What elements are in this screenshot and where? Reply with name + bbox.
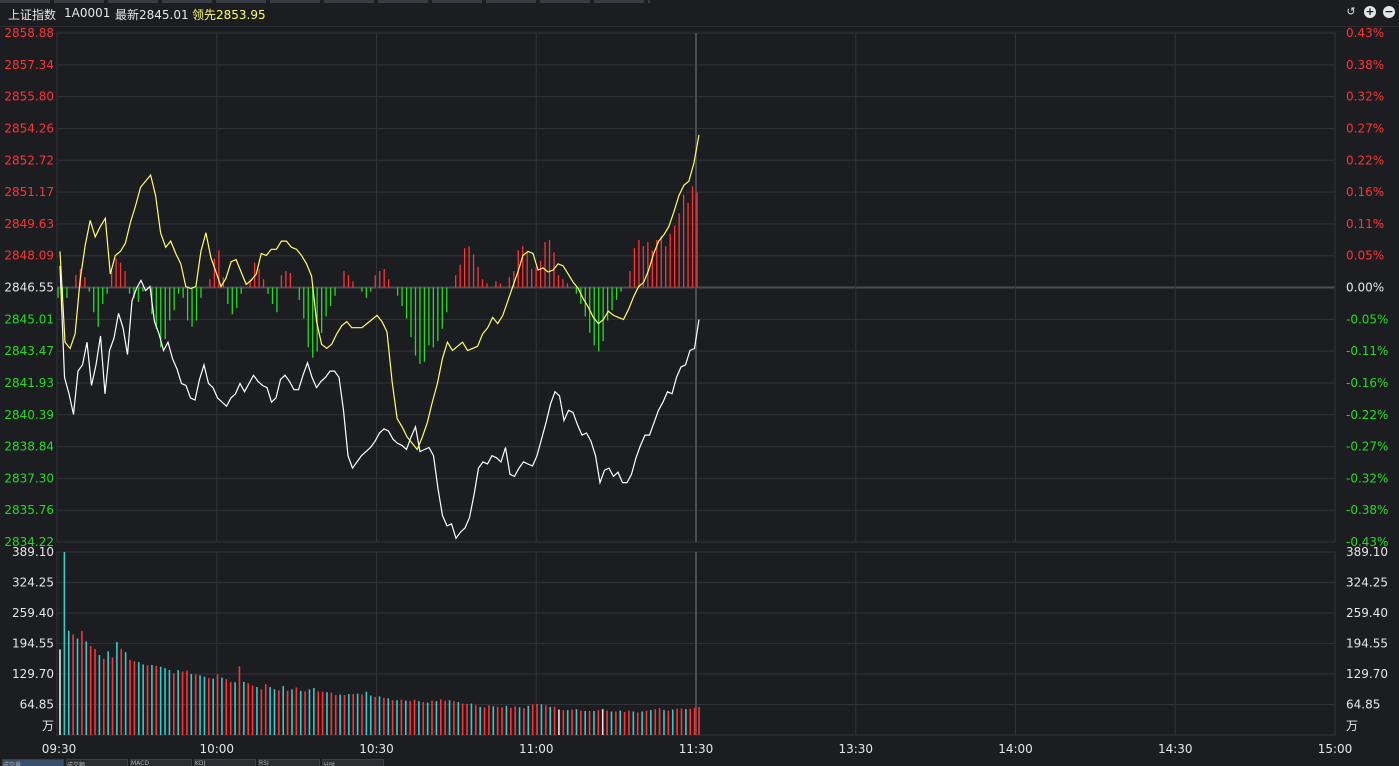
price-tick-label: 2835.76 bbox=[4, 503, 54, 517]
volume-tick-label: 259.40 bbox=[1346, 606, 1388, 620]
pct-tick-label: 0.22% bbox=[1346, 153, 1384, 167]
intraday-chart[interactable]: 2858.88 0.43% 2857.34 0.38% 2855.80 0.32% 2854… bbox=[0, 0, 1399, 758]
volume-tick-label: 129.70 bbox=[12, 667, 54, 681]
pct-tick-label: 0.00% bbox=[1346, 281, 1384, 295]
volume-tick-label: 389.10 bbox=[12, 545, 54, 559]
volume-tick-label: 389.10 bbox=[1346, 545, 1388, 559]
price-tick-label: 2852.72 bbox=[4, 153, 54, 167]
price-tick-label: 2857.34 bbox=[4, 58, 54, 72]
time-tick-label: 10:00 bbox=[199, 742, 234, 756]
volume-unit-label: 万 bbox=[42, 719, 54, 733]
price-tick-label: 2848.09 bbox=[4, 249, 54, 263]
indicator-tabs: 成交量 成交额 MACD KDJ RSI 分时 bbox=[0, 758, 1399, 766]
pct-tick-label: 0.05% bbox=[1346, 249, 1384, 263]
pct-tick-label: -0.27% bbox=[1346, 440, 1388, 454]
pct-tick-label: -0.38% bbox=[1346, 503, 1388, 517]
time-tick-label: 14:30 bbox=[1158, 742, 1193, 756]
price-tick-label: 2843.47 bbox=[4, 344, 54, 358]
pct-tick-label: 0.16% bbox=[1346, 185, 1384, 199]
pct-tick-label: 0.27% bbox=[1346, 121, 1384, 135]
time-tick-label: 13:30 bbox=[838, 742, 873, 756]
pct-tick-label: -0.32% bbox=[1346, 471, 1388, 485]
time-tick-label: 14:00 bbox=[998, 742, 1033, 756]
price-tick-label: 2851.17 bbox=[4, 185, 54, 199]
time-tick-label: 11:30 bbox=[679, 742, 714, 756]
volume-tick-label: 129.70 bbox=[1346, 667, 1388, 681]
lead-bars bbox=[57, 186, 698, 364]
time-tick-label: 15:00 bbox=[1318, 742, 1353, 756]
volume-tick-label: 64.85 bbox=[1346, 698, 1380, 712]
pct-tick-label: 0.38% bbox=[1346, 58, 1384, 72]
volume-tick-label: 324.25 bbox=[1346, 576, 1388, 590]
volume-tick-label: 194.55 bbox=[1346, 637, 1388, 651]
price-tick-label: 2846.55 bbox=[4, 281, 54, 295]
time-tick-label: 09:30 bbox=[42, 742, 77, 756]
volume-tick-label: 259.40 bbox=[12, 606, 54, 620]
volume-unit-label: 万 bbox=[1346, 719, 1358, 733]
time-tick-label: 10:30 bbox=[359, 742, 394, 756]
price-tick-label: 2845.01 bbox=[4, 312, 54, 326]
pct-tick-label: -0.05% bbox=[1346, 312, 1388, 326]
price-tick-label: 2849.63 bbox=[4, 217, 54, 231]
price-tick-label: 2854.26 bbox=[4, 121, 54, 135]
volume-tick-label: 194.55 bbox=[12, 637, 54, 651]
price-tick-label: 2837.30 bbox=[4, 471, 54, 485]
price-tick-label: 2841.93 bbox=[4, 376, 54, 390]
pct-tick-label: 0.11% bbox=[1346, 217, 1384, 231]
price-tick-label: 2855.80 bbox=[4, 90, 54, 104]
pct-tick-label: -0.22% bbox=[1346, 408, 1388, 422]
time-tick-label: 11:00 bbox=[519, 742, 554, 756]
volume-tick-label: 324.25 bbox=[12, 576, 54, 590]
pct-tick-label: 0.32% bbox=[1346, 90, 1384, 104]
price-tick-label: 2840.39 bbox=[4, 408, 54, 422]
price-tick-label: 2838.84 bbox=[4, 440, 54, 454]
volume-tick-label: 64.85 bbox=[20, 698, 54, 712]
price-tick-label: 2858.88 bbox=[4, 26, 54, 40]
pct-tick-label: -0.11% bbox=[1346, 344, 1388, 358]
pct-tick-label: 0.43% bbox=[1346, 26, 1384, 40]
pct-tick-label: -0.16% bbox=[1346, 376, 1388, 390]
